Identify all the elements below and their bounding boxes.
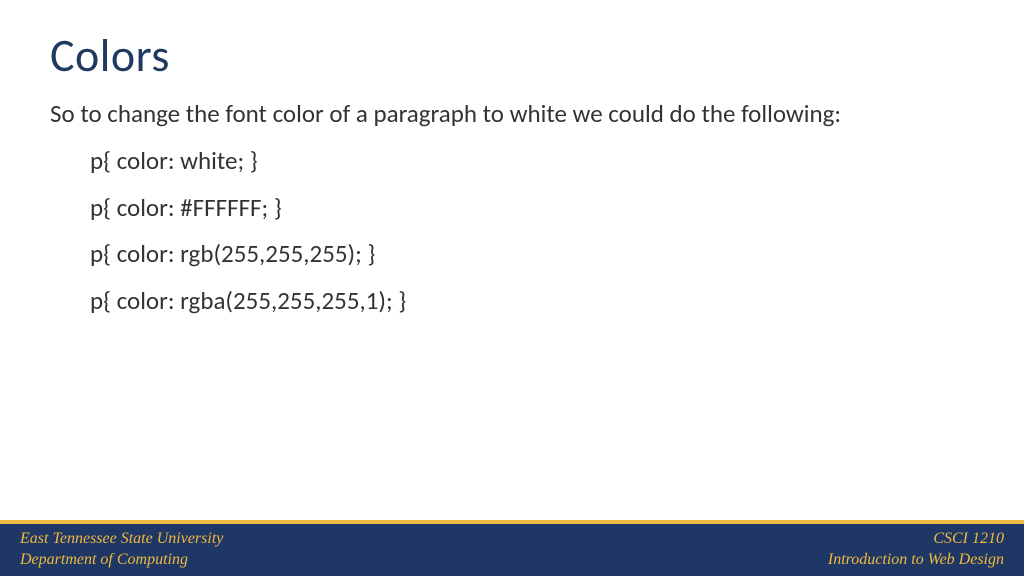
footer-right: CSCI 1210 Introduction to Web Design [828, 529, 1004, 571]
slide-content: Colors So to change the font color of a … [0, 0, 1024, 317]
slide: Colors So to change the font color of a … [0, 0, 1024, 576]
code-example-3: p{ color: rgb(255,255,255); } [50, 238, 974, 271]
footer-left: East Tennessee State University Departme… [20, 529, 223, 571]
footer-department: Department of Computing [20, 550, 223, 571]
footer: East Tennessee State University Departme… [0, 520, 1024, 576]
intro-text: So to change the font color of a paragra… [50, 98, 974, 129]
slide-title: Colors [50, 28, 974, 84]
code-example-2: p{ color: #FFFFFF; } [50, 192, 974, 225]
footer-university: East Tennessee State University [20, 529, 223, 550]
code-example-4: p{ color: rgba(255,255,255,1); } [50, 285, 974, 318]
footer-course-name: Introduction to Web Design [828, 550, 1004, 571]
footer-course-code: CSCI 1210 [828, 529, 1004, 550]
code-example-1: p{ color: white; } [50, 145, 974, 178]
